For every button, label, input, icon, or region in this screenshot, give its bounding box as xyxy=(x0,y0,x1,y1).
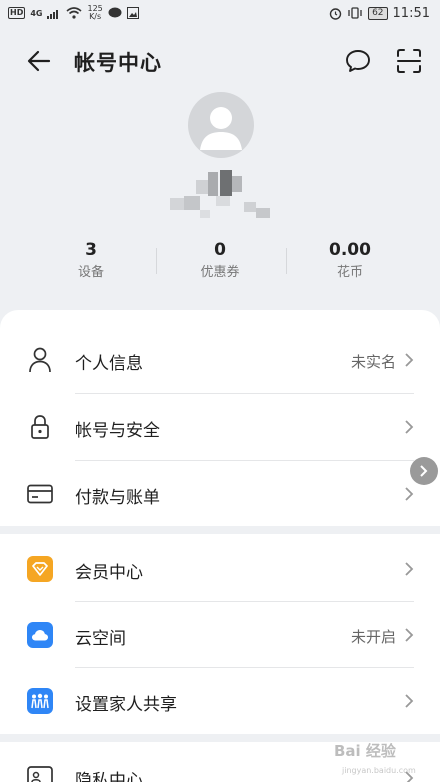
default-avatar-icon xyxy=(200,107,242,150)
stat-coupons[interactable]: 0 优惠券 xyxy=(155,238,285,284)
status-time: 11:51 xyxy=(392,5,430,21)
account-settings-card: 个人信息 未实名 帐号与安全 付款与账单 xyxy=(0,310,440,526)
row-vip-center[interactable]: 会员中心 xyxy=(0,536,440,602)
username-blurred xyxy=(160,170,280,222)
message-button[interactable] xyxy=(343,46,373,76)
hd-badge: HD xyxy=(8,7,26,19)
services-card: 会员中心 云空间 未开启 设置家人共享 xyxy=(0,534,440,734)
scan-button[interactable] xyxy=(394,46,424,76)
person-icon xyxy=(26,346,54,374)
row-account-security[interactable]: 帐号与安全 xyxy=(0,394,440,460)
stat-devices[interactable]: 3 设备 xyxy=(26,238,156,284)
image-notification-icon xyxy=(126,7,139,19)
chevron-right-icon xyxy=(402,559,416,579)
chevron-right-icon xyxy=(420,465,428,477)
vip-diamond-icon xyxy=(26,555,54,583)
card-icon xyxy=(26,480,54,508)
chat-notification-icon xyxy=(108,7,122,18)
row-cloud-space[interactable]: 云空间 未开启 xyxy=(0,602,440,668)
cloud-icon xyxy=(26,621,54,649)
chevron-right-icon xyxy=(402,350,416,370)
chevron-right-icon xyxy=(402,691,416,711)
row-payment-billing[interactable]: 付款与账单 xyxy=(0,461,440,527)
stat-huabi[interactable]: 0.00 花币 xyxy=(285,238,415,284)
watermark: Bai 经验 jingyan.baidu.com xyxy=(334,742,416,775)
id-card-icon xyxy=(26,763,54,782)
row-family-sharing[interactable]: 设置家人共享 xyxy=(0,668,440,734)
row-personal-info[interactable]: 个人信息 未实名 xyxy=(0,327,440,393)
status-bar: HD 4G 125 K/s 62 11:51 xyxy=(0,0,440,26)
net-speed: 125 K/s xyxy=(87,4,103,21)
lock-icon xyxy=(26,413,54,441)
battery-indicator: 62 xyxy=(368,6,388,20)
signal-icon xyxy=(47,9,59,19)
account-stats: 3 设备 0 优惠券 0.00 花币 xyxy=(0,238,440,288)
arrow-left-icon xyxy=(27,50,51,72)
app-header: 帐号中心 xyxy=(0,38,440,84)
family-icon xyxy=(26,687,54,715)
scan-icon xyxy=(397,49,421,73)
chat-bubble-icon xyxy=(346,50,370,72)
wifi-icon xyxy=(66,7,83,19)
floating-expand-button[interactable] xyxy=(410,457,438,485)
chevron-right-icon xyxy=(402,417,416,437)
alarm-icon xyxy=(329,7,342,20)
avatar[interactable] xyxy=(188,92,254,158)
network-type: 4G xyxy=(30,8,43,18)
page-title: 帐号中心 xyxy=(74,51,162,75)
chevron-right-icon xyxy=(402,625,416,645)
back-button[interactable] xyxy=(24,46,54,76)
vibrate-icon xyxy=(348,7,362,19)
chevron-right-icon xyxy=(402,484,416,504)
